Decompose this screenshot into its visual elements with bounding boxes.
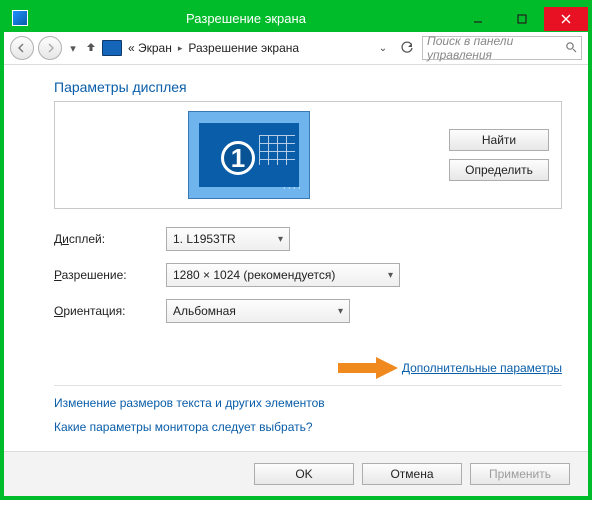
chevron-down-icon: ▾ xyxy=(338,306,343,317)
close-button[interactable] xyxy=(544,7,588,31)
identify-button[interactable]: Определить xyxy=(449,159,549,181)
monitor-preview[interactable]: 1 ∙∙∙∙ xyxy=(188,111,310,199)
crumb-root[interactable]: « Экран xyxy=(128,41,172,55)
row-resolution: Разрешение: 1280 × 1024 (рекомендуется) … xyxy=(54,263,562,287)
advanced-settings-link[interactable]: Дополнительные параметры xyxy=(402,361,562,375)
chevron-right-icon: ▸ xyxy=(178,43,183,54)
grid-decoration xyxy=(259,135,295,165)
cancel-button[interactable]: Отмена xyxy=(362,463,462,485)
find-button[interactable]: Найти xyxy=(449,129,549,151)
orientation-select[interactable]: Альбомная ▾ xyxy=(166,299,350,323)
minimize-button[interactable] xyxy=(456,7,500,31)
label-display: Дисплей: xyxy=(54,232,166,246)
label-orientation: Ориентация: xyxy=(54,304,166,318)
label-resolution: Разрешение: xyxy=(54,268,166,282)
divider xyxy=(54,385,562,386)
back-button[interactable] xyxy=(10,36,34,60)
monitor-preview-row: 1 ∙∙∙∙ Найти Определить xyxy=(54,101,562,209)
titlebar: Разрешение экрана xyxy=(4,4,588,32)
forward-button[interactable] xyxy=(38,36,62,60)
up-button[interactable] xyxy=(84,41,98,56)
content-area: Параметры дисплея 1 ∙∙∙∙ Найти Определит… xyxy=(4,65,588,451)
window-controls xyxy=(456,5,588,31)
monitor-preview-area: 1 ∙∙∙∙ xyxy=(67,111,431,199)
callout-arrow-icon xyxy=(338,357,398,379)
nav-row: ▾ « Экран ▸ Разрешение экрана ⌄ Поиск в … xyxy=(4,32,588,65)
monitor-number-ring: 1 xyxy=(221,141,255,175)
resolution-select[interactable]: 1280 × 1024 (рекомендуется) ▾ xyxy=(166,263,400,287)
search-icon xyxy=(565,41,577,56)
row-orientation: Ориентация: Альбомная ▾ xyxy=(54,299,562,323)
display-select[interactable]: 1. L1953TR ▾ xyxy=(166,227,290,251)
apply-button[interactable]: Применить xyxy=(470,463,570,485)
monitor-number: 1 xyxy=(231,143,245,174)
help-links: Изменение размеров текста и других элеме… xyxy=(54,396,562,434)
window-title: Разрешение экрана xyxy=(36,11,456,26)
section-title: Параметры дисплея xyxy=(54,79,562,95)
row-display: Дисплей: 1. L1953TR ▾ xyxy=(54,227,562,251)
control-panel-window: Разрешение экрана ▾ « Экран ▸ xyxy=(0,0,592,500)
crumb-current[interactable]: Разрешение экрана xyxy=(188,41,299,55)
ok-button[interactable]: OK xyxy=(254,463,354,485)
app-icon xyxy=(12,10,28,26)
text-size-link[interactable]: Изменение размеров текста и других элеме… xyxy=(54,396,562,410)
recent-locations-button[interactable]: ▾ xyxy=(66,42,80,55)
chevron-down-icon: ▾ xyxy=(388,270,393,281)
display-select-value: 1. L1953TR xyxy=(173,232,236,246)
display-form: Дисплей: 1. L1953TR ▾ Разрешение: 1280 ×… xyxy=(54,227,562,323)
search-input[interactable]: Поиск в панели управления xyxy=(422,36,582,60)
advanced-link-row: Дополнительные параметры xyxy=(54,357,562,379)
which-settings-link[interactable]: Какие параметры монитора следует выбрать… xyxy=(54,420,562,434)
search-placeholder: Поиск в панели управления xyxy=(427,34,565,62)
footer-bar: OK Отмена Применить xyxy=(4,451,588,496)
monitor-icon xyxy=(102,40,122,56)
refresh-button[interactable] xyxy=(396,37,418,59)
preview-side-buttons: Найти Определить xyxy=(449,129,549,181)
monitor-dots: ∙∙∙∙ xyxy=(283,182,303,194)
maximize-button[interactable] xyxy=(500,7,544,31)
orientation-select-value: Альбомная xyxy=(173,304,236,318)
chevron-down-icon: ▾ xyxy=(278,234,283,245)
breadcrumb[interactable]: « Экран ▸ Разрешение экрана xyxy=(102,40,370,56)
monitor-screen: 1 xyxy=(199,123,299,187)
resolution-select-value: 1280 × 1024 (рекомендуется) xyxy=(173,268,335,282)
address-dropdown-button[interactable]: ⌄ xyxy=(374,37,392,59)
